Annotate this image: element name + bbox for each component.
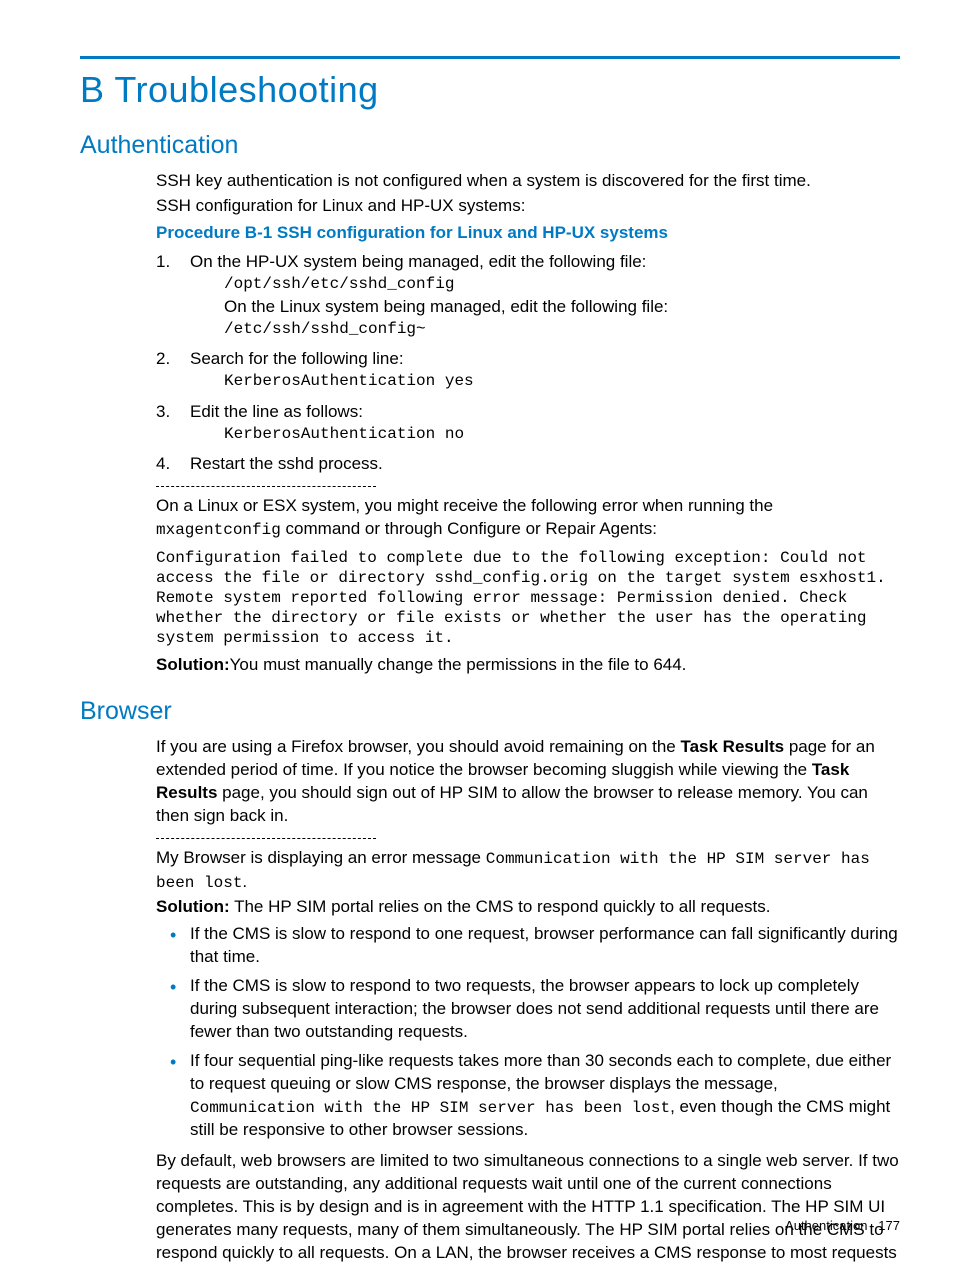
step-code: KerberosAuthentication no xyxy=(224,424,900,446)
step-text: Search for the following line: xyxy=(190,349,404,368)
procedure-steps: 1. On the HP-UX system being managed, ed… xyxy=(156,251,900,476)
step-text: Edit the line as follows: xyxy=(190,402,363,421)
footer-page-number: 177 xyxy=(878,1218,900,1233)
browser-p3: By default, web browsers are limited to … xyxy=(156,1150,900,1265)
solution-text: You must manually change the permissions… xyxy=(230,655,687,674)
section-heading-authentication: Authentication xyxy=(80,129,900,163)
step-text-2: On the Linux system being managed, edit … xyxy=(224,296,900,319)
error-intro-cmd: mxagentconfig xyxy=(156,521,281,539)
error-intro: On a Linux or ESX system, you might rece… xyxy=(156,495,900,542)
step-number: 2. xyxy=(156,348,170,371)
step-number: 1. xyxy=(156,251,170,274)
p2-b: . xyxy=(242,872,247,891)
solution-label: Solution: xyxy=(156,897,230,916)
page-content: B Troubleshooting Authentication SSH key… xyxy=(80,60,900,1267)
solution-text: The HP SIM portal relies on the CMS to r… xyxy=(230,897,771,916)
section-heading-browser: Browser xyxy=(80,695,900,729)
top-rule xyxy=(80,56,900,59)
browser-p2: My Browser is displaying an error messag… xyxy=(156,847,900,894)
step-text: On the HP-UX system being managed, edit … xyxy=(190,252,646,271)
page-title: B Troubleshooting xyxy=(80,66,900,115)
b3-a: If four sequential ping-like requests ta… xyxy=(190,1051,891,1093)
step-code: /opt/ssh/etc/sshd_config xyxy=(224,274,900,296)
p1-a: If you are using a Firefox browser, you … xyxy=(156,737,680,756)
browser-p1: If you are using a Firefox browser, you … xyxy=(156,736,900,828)
separator xyxy=(156,486,376,487)
step-text: Restart the sshd process. xyxy=(190,454,383,473)
bullet-2: If the CMS is slow to respond to two req… xyxy=(156,975,900,1044)
error-message-block: Configuration failed to complete due to … xyxy=(156,548,900,648)
step-3: 3. Edit the line as follows: KerberosAut… xyxy=(156,401,900,446)
p1-e: page, you should sign out of HP SIM to a… xyxy=(156,783,868,825)
bullet-list: If the CMS is slow to respond to one req… xyxy=(156,923,900,1142)
separator xyxy=(156,838,376,839)
browser-body: If you are using a Firefox browser, you … xyxy=(156,736,900,1265)
p2-a: My Browser is displaying an error messag… xyxy=(156,848,486,867)
p1-b: Task Results xyxy=(680,737,784,756)
intro-text-2: SSH configuration for Linux and HP-UX sy… xyxy=(156,195,900,218)
bullet-3: If four sequential ping-like requests ta… xyxy=(156,1050,900,1142)
step-code: KerberosAuthentication yes xyxy=(224,371,900,393)
error-intro-post: command or through Configure or Repair A… xyxy=(281,519,657,538)
step-number: 3. xyxy=(156,401,170,424)
page-footer: Authentication 177 xyxy=(785,1217,900,1235)
error-intro-pre: On a Linux or ESX system, you might rece… xyxy=(156,496,773,515)
step-2: 2. Search for the following line: Kerber… xyxy=(156,348,900,393)
step-1: 1. On the HP-UX system being managed, ed… xyxy=(156,251,900,340)
bullet-1: If the CMS is slow to respond to one req… xyxy=(156,923,900,969)
authentication-body: SSH key authentication is not configured… xyxy=(156,170,900,676)
intro-text-1: SSH key authentication is not configured… xyxy=(156,170,900,193)
solution-line: Solution:You must manually change the pe… xyxy=(156,654,900,677)
b3-mono: Communication with the HP SIM server has… xyxy=(190,1099,670,1117)
step-code-2: /etc/ssh/sshd_config~ xyxy=(224,319,900,341)
footer-section: Authentication xyxy=(785,1218,867,1233)
procedure-title: Procedure B-1 SSH configuration for Linu… xyxy=(156,222,900,245)
solution-label: Solution: xyxy=(156,655,230,674)
step-4: 4. Restart the sshd process. xyxy=(156,453,900,476)
step-number: 4. xyxy=(156,453,170,476)
browser-solution: Solution: The HP SIM portal relies on th… xyxy=(156,896,900,919)
